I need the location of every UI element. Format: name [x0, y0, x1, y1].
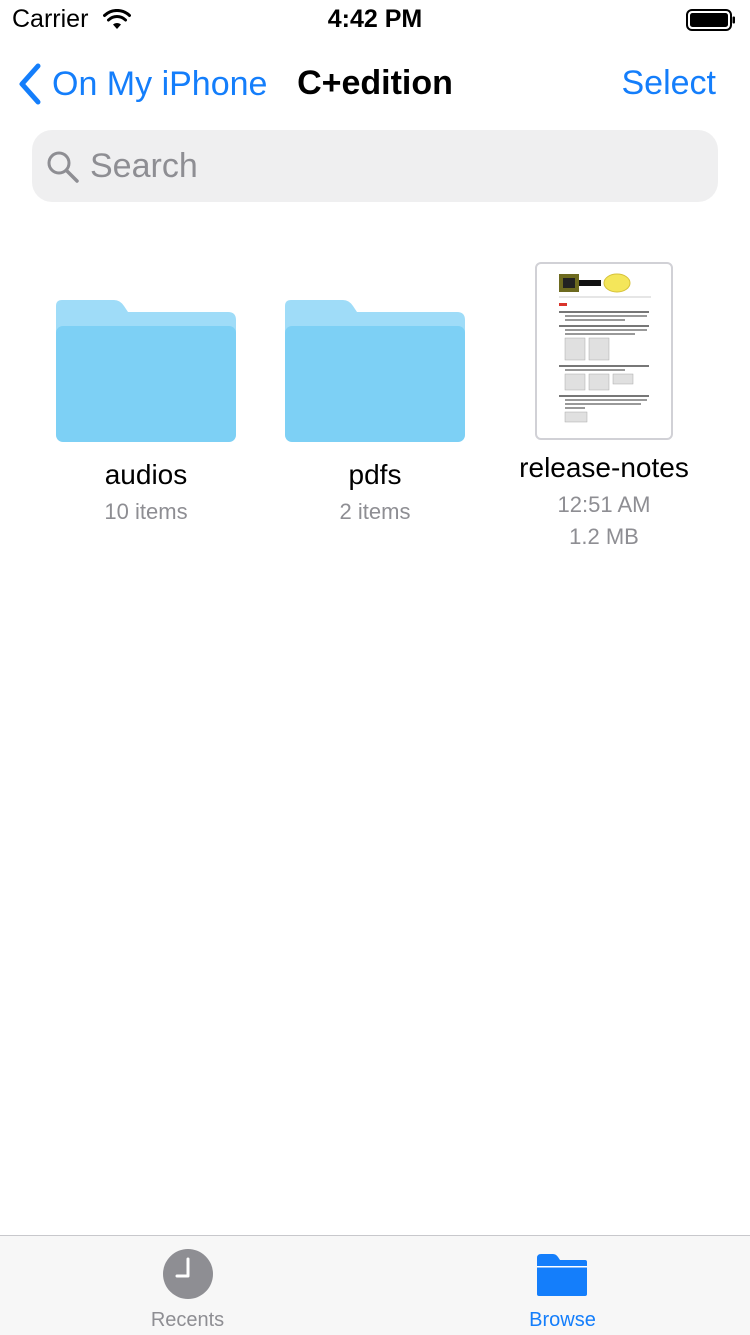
tab-recents[interactable]: Recents — [0, 1236, 375, 1335]
item-count: 10 items — [104, 499, 188, 524]
folder-item-pdfs[interactable]: pdfs 2 items — [265, 250, 485, 527]
pdf-thumbnail — [535, 262, 673, 440]
item-count: 2 items — [339, 499, 411, 524]
file-item-release-notes[interactable]: release-notes 12:51 AM 1.2 MB — [494, 250, 714, 552]
folder-icon — [56, 300, 236, 442]
tab-label: Recents — [150, 1309, 225, 1331]
folder-icon — [285, 300, 465, 442]
item-name: audios — [104, 459, 188, 490]
clock-icon — [163, 1249, 213, 1299]
item-file-size: 1.2 MB — [569, 524, 639, 549]
select-button[interactable]: Select — [622, 64, 717, 103]
navigation-bar: On My iPhone C+edition Select — [0, 48, 750, 120]
tab-label: Browse — [529, 1309, 596, 1331]
tab-browse[interactable]: Browse — [375, 1236, 750, 1335]
item-modified-time: 12:51 AM — [557, 492, 651, 517]
folder-item-audios[interactable]: audios 10 items — [36, 250, 256, 527]
search-input[interactable] — [90, 130, 690, 202]
status-time: 4:42 PM — [327, 5, 423, 33]
item-name: pdfs — [348, 459, 402, 490]
folder-icon — [537, 1254, 587, 1296]
search-icon — [47, 151, 79, 183]
battery-icon — [686, 9, 735, 31]
item-name: release-notes — [519, 452, 689, 483]
status-bar: Carrier 4:42 PM — [0, 0, 750, 40]
tab-bar: Recents Browse — [0, 1235, 750, 1335]
document-preview — [559, 273, 651, 423]
search-bar[interactable] — [32, 130, 718, 202]
